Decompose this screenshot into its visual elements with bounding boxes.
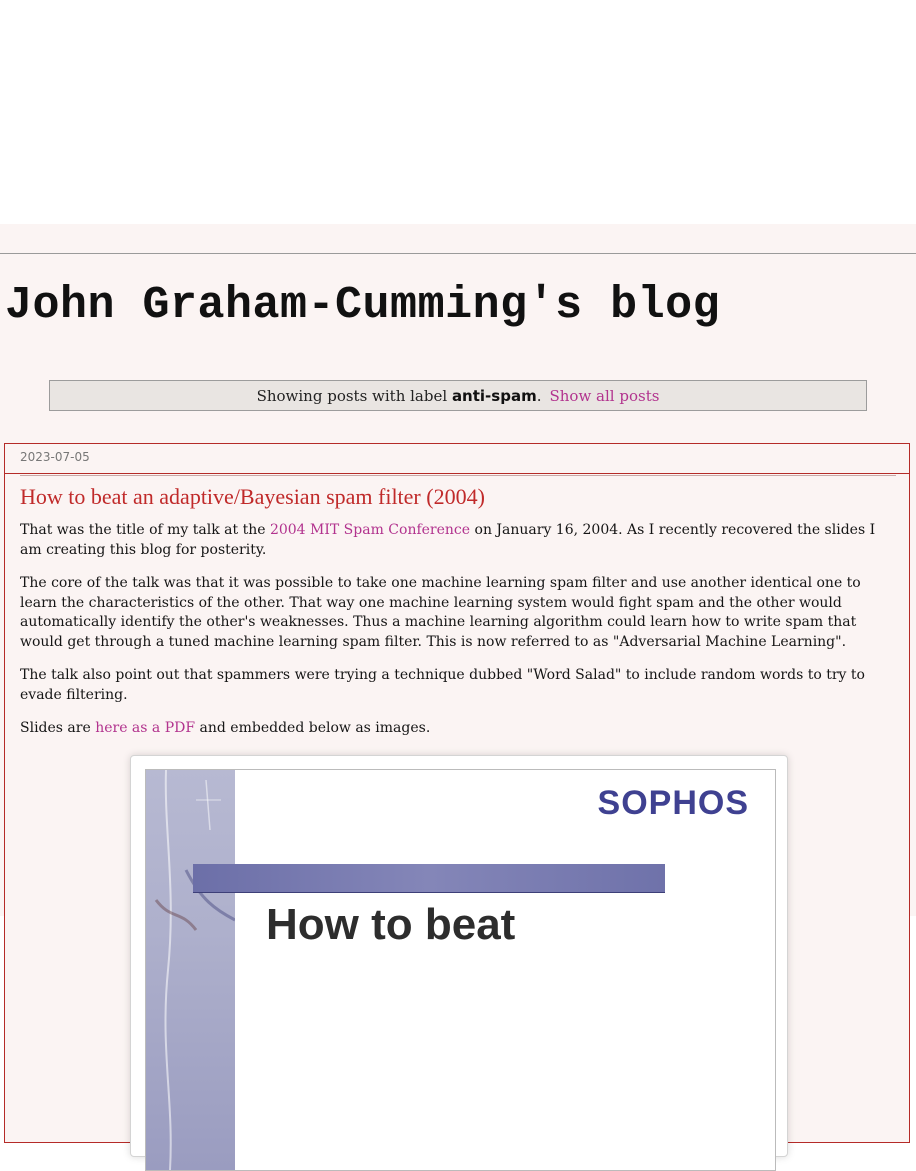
blog-post: 2023-07-05 How to beat an adaptive/Bayes… bbox=[4, 443, 910, 1171]
post-paragraph-1: That was the title of my talk at the 200… bbox=[20, 521, 900, 560]
date-divider bbox=[5, 473, 909, 474]
header-divider bbox=[0, 253, 916, 254]
post-paragraph-3: The talk also point out that spammers we… bbox=[20, 667, 865, 703]
top-blank-area bbox=[0, 0, 916, 224]
sophos-logo: SOPHOS bbox=[597, 784, 749, 822]
slide-image: SOPHOS How to beat bbox=[145, 769, 776, 1171]
status-suffix: . bbox=[536, 386, 542, 405]
blog-page: John Graham-Cumming's blog Showing posts… bbox=[0, 224, 916, 1171]
show-all-posts-link[interactable]: Show all posts bbox=[549, 387, 659, 405]
post-body: That was the title of my talk at the 200… bbox=[20, 521, 900, 753]
title-divider bbox=[20, 475, 896, 476]
status-prefix: Showing posts with label bbox=[256, 386, 448, 405]
pdf-slides-link[interactable]: here as a PDF bbox=[95, 720, 195, 736]
post-title[interactable]: How to beat an adaptive/Bayesian spam fi… bbox=[20, 484, 485, 510]
p4-text-before: Slides are bbox=[20, 720, 96, 736]
p1-text-before: That was the title of my talk at the bbox=[20, 522, 270, 538]
mit-spam-conference-link[interactable]: 2004 MIT Spam Conference bbox=[270, 522, 470, 538]
slide-banner-band bbox=[193, 864, 665, 893]
post-paragraph-2: The core of the talk was that it was pos… bbox=[20, 575, 861, 650]
slide-image-frame: SOPHOS How to beat bbox=[130, 755, 788, 1171]
blog-title[interactable]: John Graham-Cumming's blog bbox=[5, 280, 720, 331]
post-date: 2023-07-05 bbox=[20, 450, 90, 464]
slide-decorative-strip bbox=[146, 770, 235, 1170]
slide-strip-pattern bbox=[154, 770, 235, 1170]
label-status-bar: Showing posts with label anti-spam. Show… bbox=[49, 380, 867, 411]
post-paragraph-4: Slides are here as a PDF and embedded be… bbox=[20, 719, 900, 739]
slide-heading: How to beat bbox=[266, 900, 516, 949]
p4-text-after: and embedded below as images. bbox=[195, 720, 431, 736]
status-label: anti-spam bbox=[451, 386, 537, 405]
